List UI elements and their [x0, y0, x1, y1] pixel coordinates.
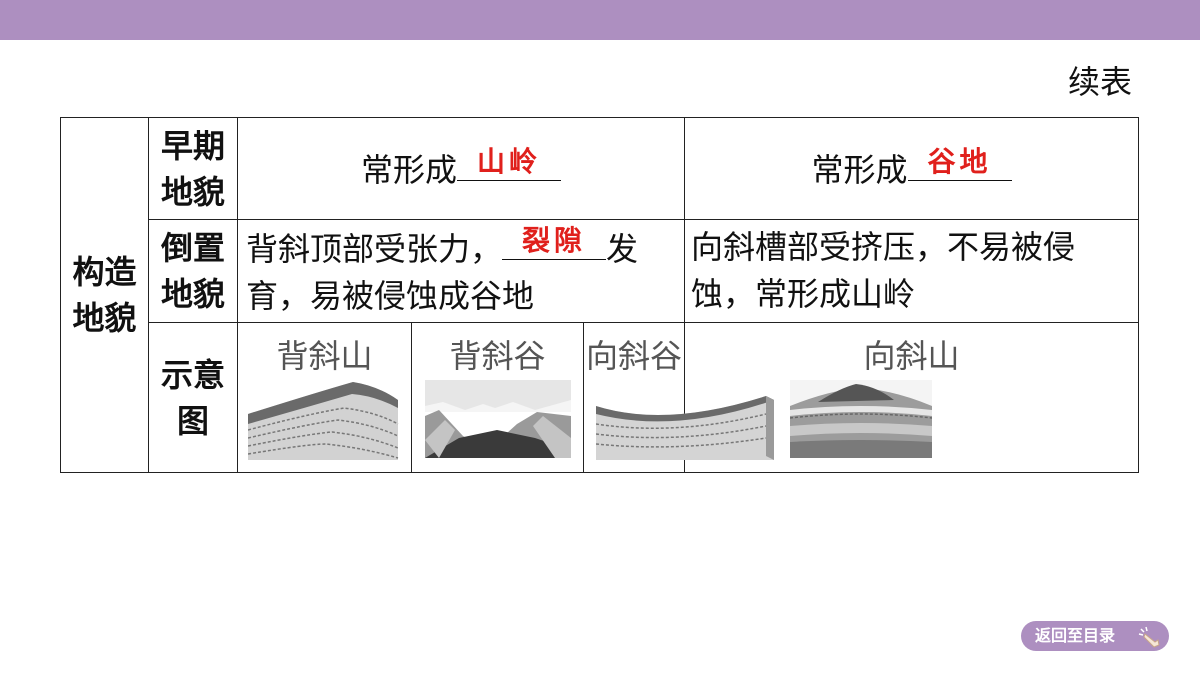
row-label-inverted-line2: 地貌 — [160, 275, 225, 313]
inverted-syncline-line1: 向斜槽部受挤压，不易被侵 — [691, 228, 1076, 266]
row-label-early-line2: 地貌 — [160, 172, 225, 211]
early-syncline-blank: 谷地 — [907, 144, 1012, 181]
row-label-diagram: 示意 图 — [148, 322, 238, 473]
diagram-title: 向斜山 — [863, 336, 960, 375]
inverted-syncline-line2: 蚀，常形成山岭 — [691, 275, 916, 313]
inverted-anticline-line1: 背斜顶部受张力， 裂隙发 — [246, 223, 684, 273]
row-label-inverted-line1: 倒置 — [160, 229, 225, 267]
group-label-structural-landform: 构造 地貌 — [60, 117, 149, 473]
back-to-contents-button[interactable]: 返回至目录 — [1021, 621, 1169, 651]
early-syncline-prefix: 常形成 — [811, 150, 908, 189]
group-label-line2: 地貌 — [72, 299, 137, 337]
inverted-syncline-cell: 向斜槽部受挤压，不易被侵 蚀，常形成山岭 — [684, 219, 1139, 323]
row-label-inverted: 倒置 地貌 — [148, 219, 238, 323]
diagram-title: 背斜山 — [276, 336, 373, 375]
inverted-anticline-answer: 裂隙 — [522, 223, 587, 257]
inverted-anticline-line2: 育，易被侵蚀成谷地 — [246, 276, 535, 315]
inverted-anticline-prefix: 背斜顶部受张力， — [246, 229, 503, 268]
diagram-title: 向斜谷 — [585, 336, 682, 375]
diagram-cell-anticline-valley: 背斜谷 — [411, 322, 584, 473]
early-anticline-answer: 山岭 — [476, 144, 541, 178]
back-to-contents-label: 返回至目录 — [1035, 626, 1116, 645]
diagram-title: 背斜谷 — [449, 336, 546, 375]
anticline-mountain-illustration — [248, 381, 399, 460]
anticline-valley-illustration — [425, 379, 571, 458]
early-anticline-prefix: 常形成 — [360, 150, 457, 189]
diagram-cell-syncline-valley: 向斜谷 — [583, 322, 774, 473]
group-label-line1: 构造 — [72, 253, 137, 291]
early-syncline-answer: 谷地 — [927, 144, 992, 178]
early-anticline-blank: 山岭 — [457, 144, 561, 181]
row-label-diagram-line1: 示意 — [160, 355, 225, 394]
landform-table: 构造 地貌 早期 地貌 常形成 山岭 常形成 谷地 倒置 地貌 背斜顶部受张力， 裂隙… — [60, 117, 1139, 473]
inverted-anticline-blank: 裂隙 — [502, 223, 607, 260]
pointing-hand-icon — [1135, 624, 1161, 658]
early-anticline-cell: 常形成 山岭 — [237, 117, 685, 220]
top-banner — [0, 0, 1200, 40]
inverted-anticline-cell: 背斜顶部受张力， 裂隙发 育，易被侵蚀成谷地 — [237, 219, 685, 323]
syncline-mountain-illustration — [790, 379, 932, 458]
diagram-cell-syncline-mountain: 向斜山 — [684, 322, 1139, 473]
continued-label: 续表 — [1068, 63, 1133, 101]
row-label-diagram-line2: 图 — [176, 401, 209, 440]
inverted-anticline-suffix: 发 — [606, 229, 639, 268]
row-label-early-line1: 早期 — [160, 126, 225, 165]
early-syncline-cell: 常形成 谷地 — [684, 117, 1139, 220]
diagram-cell-anticline-mountain: 背斜山 — [237, 322, 412, 473]
row-label-early: 早期 地貌 — [148, 117, 238, 220]
